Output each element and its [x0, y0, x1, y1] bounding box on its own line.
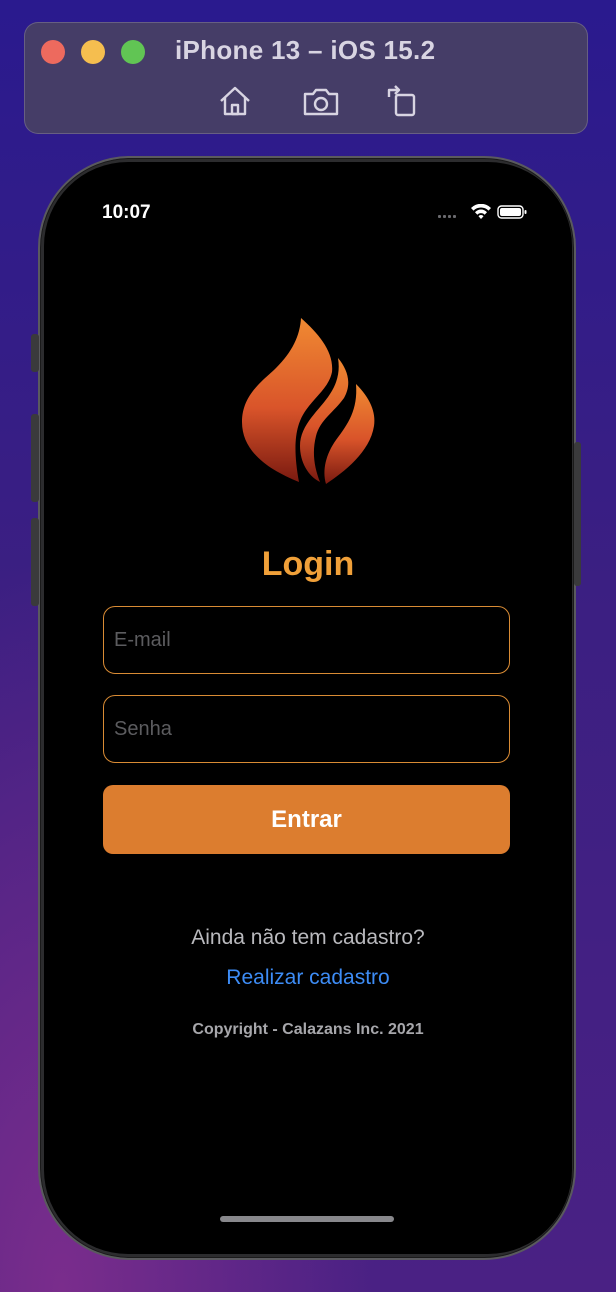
simulator-toolbar: [215, 81, 416, 121]
phone-screen: 10:07 Login E-mail Entrar Ainda não tem …: [44, 162, 572, 1254]
register-link[interactable]: Realizar cadastro: [44, 966, 572, 990]
power-button: [574, 442, 581, 586]
signal-icon: [438, 215, 456, 218]
email-field[interactable]: [103, 606, 510, 674]
wifi-icon: [471, 203, 491, 219]
maximize-window-button[interactable]: [121, 40, 145, 64]
mute-switch: [31, 334, 39, 372]
status-time: 10:07: [102, 202, 151, 223]
login-button[interactable]: Entrar: [103, 785, 510, 854]
password-field[interactable]: [103, 695, 510, 763]
copyright-text: Copyright - Calazans Inc. 2021: [192, 1021, 424, 1038]
register-prompt: Ainda não tem cadastro?: [191, 926, 425, 949]
status-icons: [428, 203, 528, 220]
battery-icon: [497, 205, 527, 219]
simulator-title-bar: iPhone 13 – iOS 15.2: [24, 22, 588, 134]
screenshot-icon[interactable]: [301, 81, 341, 121]
flame-logo: [242, 318, 375, 484]
rotate-icon[interactable]: [383, 81, 423, 121]
simulator-title: iPhone 13 – iOS 15.2: [175, 35, 436, 65]
volume-down-button: [31, 518, 39, 606]
page-title: Login: [261, 545, 355, 583]
home-indicator[interactable]: [220, 1216, 394, 1222]
minimize-window-button[interactable]: [81, 40, 105, 64]
email-input[interactable]: [104, 607, 509, 673]
volume-up-button: [31, 414, 39, 502]
home-icon[interactable]: [215, 81, 255, 121]
close-window-button[interactable]: [41, 40, 65, 64]
password-input[interactable]: [104, 696, 509, 762]
